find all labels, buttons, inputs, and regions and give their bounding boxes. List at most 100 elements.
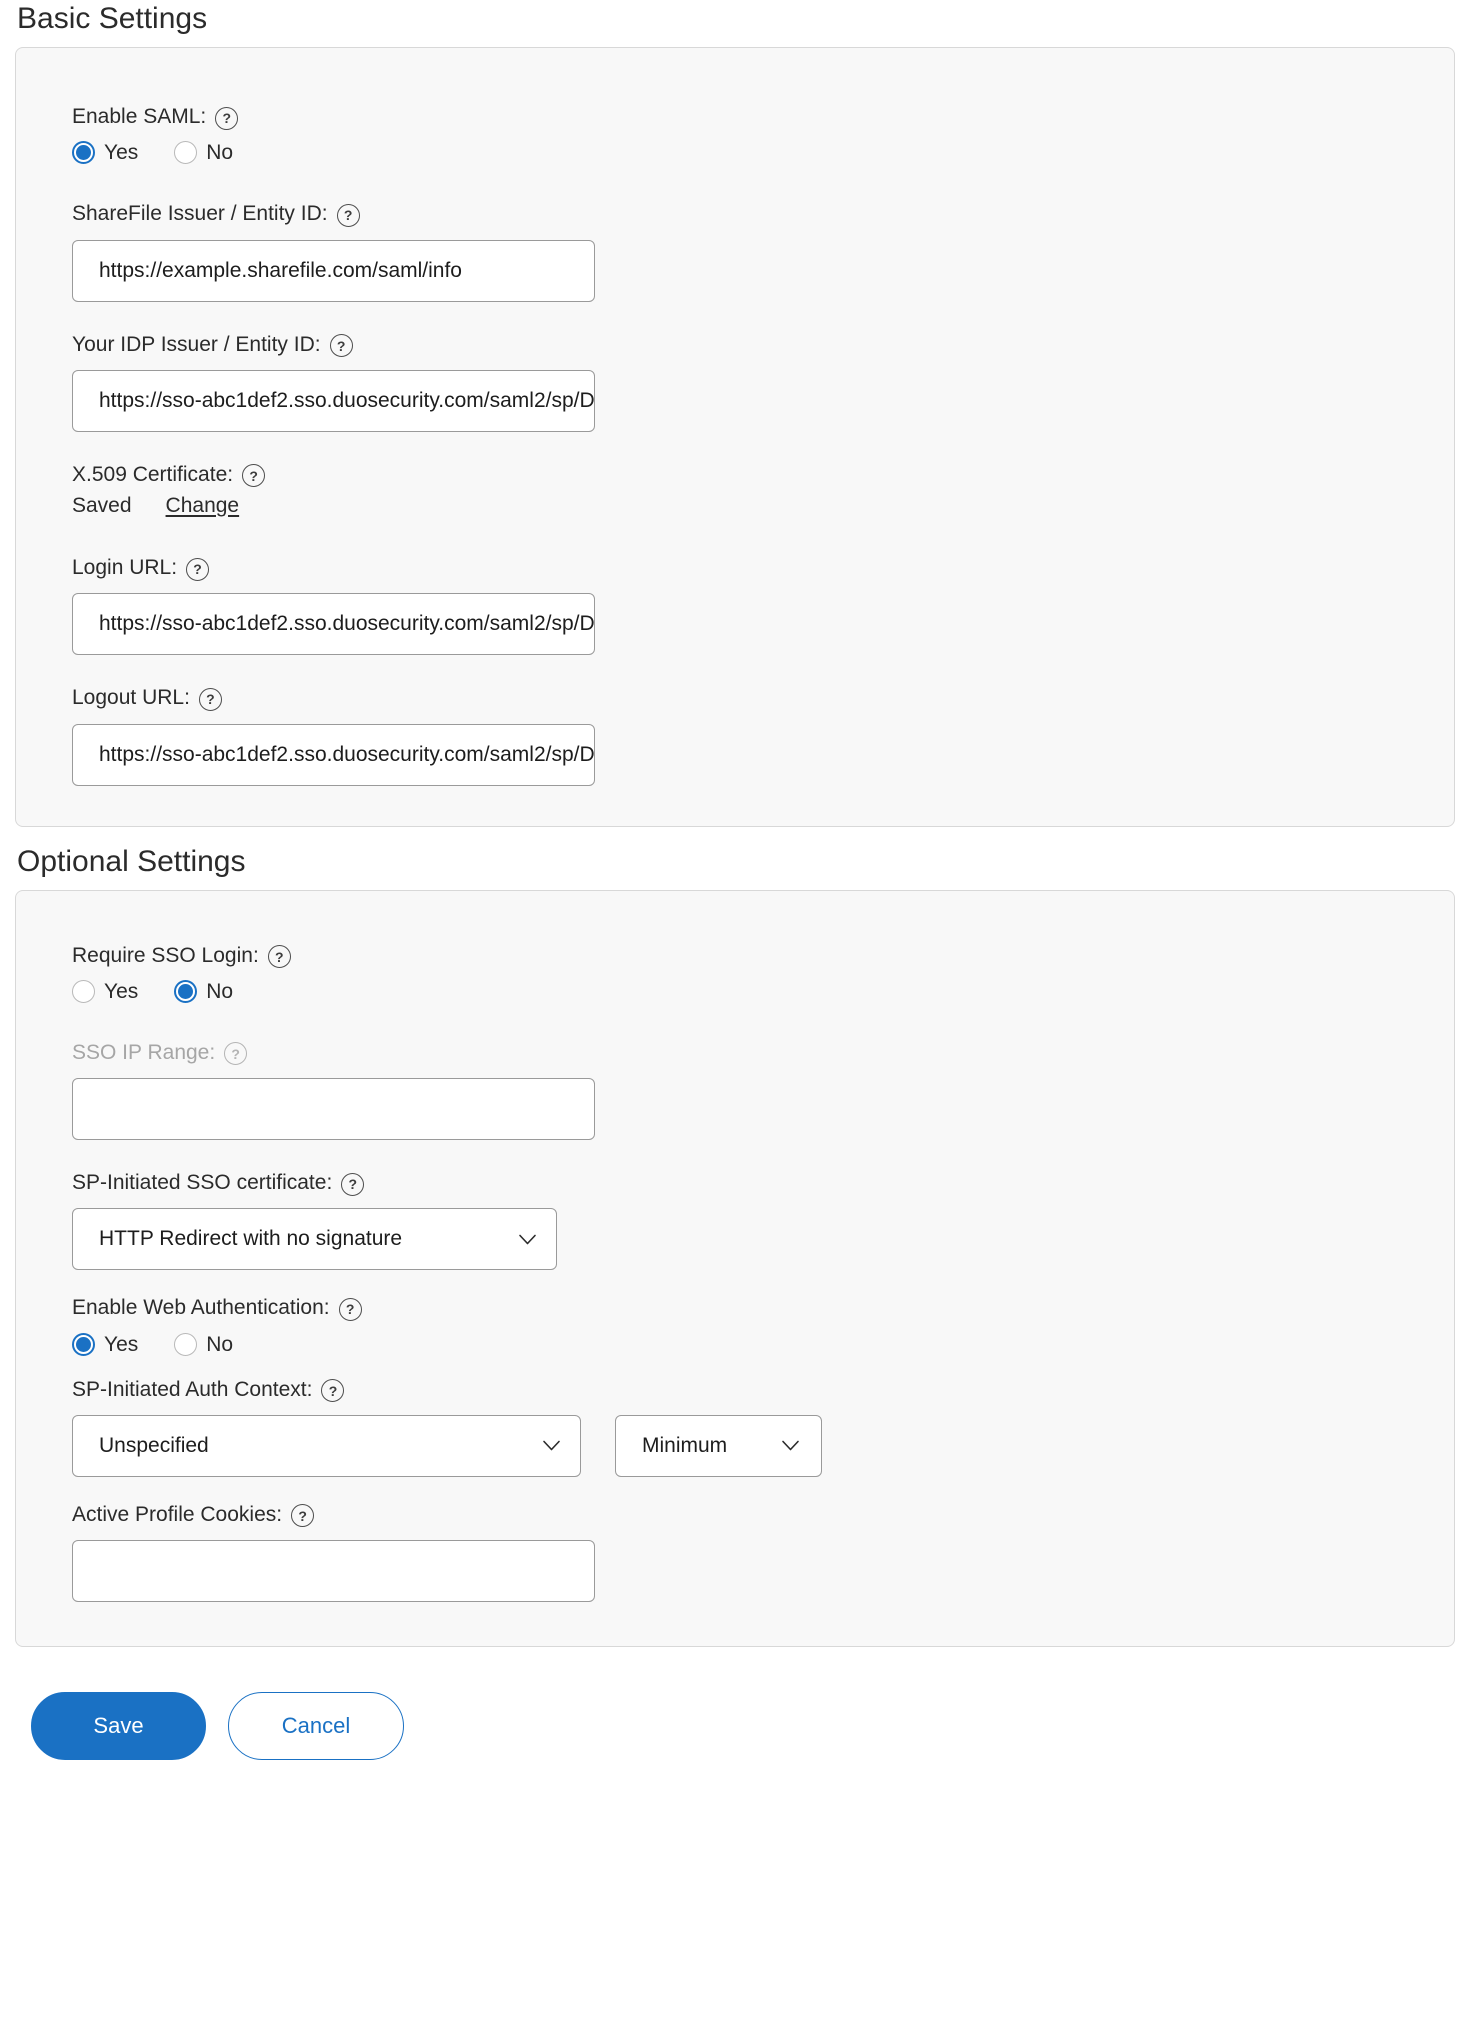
- help-icon[interactable]: ?: [321, 1379, 344, 1402]
- idp-issuer-input[interactable]: https://sso-abc1def2.sso.duosecurity.com…: [72, 370, 595, 432]
- radio-button-yes[interactable]: [72, 141, 95, 164]
- require-sso-login-yes-label: Yes: [104, 981, 138, 1002]
- help-icon[interactable]: ?: [341, 1173, 364, 1196]
- help-icon[interactable]: ?: [291, 1504, 314, 1527]
- enable-saml-field: Enable SAML: ? Yes No: [72, 104, 1454, 164]
- x509-certificate-status-row: Saved Change: [72, 494, 1454, 518]
- sp-initiated-auth-context-label-text: SP-Initiated Auth Context:: [72, 1377, 312, 1403]
- enable-web-authentication-label: Enable Web Authentication: ?: [72, 1295, 1454, 1321]
- idp-issuer-label-text: Your IDP Issuer / Entity ID:: [72, 332, 321, 358]
- logout-url-label-text: Logout URL:: [72, 685, 190, 711]
- help-icon[interactable]: ?: [224, 1042, 247, 1065]
- require-sso-login-label-text: Require SSO Login:: [72, 943, 259, 969]
- active-profile-cookies-field: Active Profile Cookies: ?: [72, 1502, 1454, 1602]
- enable-saml-label: Enable SAML: ?: [72, 104, 1454, 130]
- enable-saml-radio-group: Yes No: [72, 141, 1454, 164]
- radio-button-no[interactable]: [174, 980, 197, 1003]
- save-button[interactable]: Save: [31, 1692, 206, 1760]
- spacer: [72, 1003, 1454, 1040]
- spacer: [72, 1270, 1454, 1295]
- require-sso-login-no-option[interactable]: No: [174, 980, 233, 1003]
- enable-web-authentication-no-label: No: [206, 1334, 233, 1355]
- spacer: [72, 432, 1454, 462]
- auth-context-comparison-value: Minimum: [642, 1434, 727, 1458]
- enable-web-authentication-yes-label: Yes: [104, 1334, 138, 1355]
- sp-initiated-sso-certificate-label-text: SP-Initiated SSO certificate:: [72, 1170, 332, 1196]
- sharefile-issuer-input[interactable]: https://example.sharefile.com/saml/info: [72, 240, 595, 302]
- radio-button-yes[interactable]: [72, 1333, 95, 1356]
- basic-settings-heading: Basic Settings: [15, 0, 1455, 35]
- sp-initiated-sso-certificate-select[interactable]: HTTP Redirect with no signature: [72, 1208, 557, 1270]
- help-icon[interactable]: ?: [242, 464, 265, 487]
- idp-issuer-label: Your IDP Issuer / Entity ID: ?: [72, 332, 1454, 358]
- radio-button-no[interactable]: [174, 141, 197, 164]
- help-icon[interactable]: ?: [215, 107, 238, 130]
- logout-url-label: Logout URL: ?: [72, 685, 1454, 711]
- x509-certificate-label-text: X.509 Certificate:: [72, 462, 233, 488]
- sp-initiated-sso-certificate-field: SP-Initiated SSO certificate: ? HTTP Red…: [72, 1170, 1454, 1270]
- sso-ip-range-label-text: SSO IP Range:: [72, 1040, 215, 1066]
- active-profile-cookies-input[interactable]: [72, 1540, 595, 1602]
- logout-url-input[interactable]: https://sso-abc1def2.sso.duosecurity.com…: [72, 724, 595, 786]
- help-icon[interactable]: ?: [337, 204, 360, 227]
- optional-settings-panel: Require SSO Login: ? Yes No SSO IP Range…: [15, 890, 1455, 1648]
- enable-web-authentication-no-option[interactable]: No: [174, 1333, 233, 1356]
- basic-settings-panel: Enable SAML: ? Yes No ShareFile Issuer /…: [15, 47, 1455, 827]
- login-url-field: Login URL: ? https://sso-abc1def2.sso.du…: [72, 555, 1454, 655]
- sharefile-issuer-label-text: ShareFile Issuer / Entity ID:: [72, 201, 328, 227]
- x509-certificate-label: X.509 Certificate: ?: [72, 462, 1454, 488]
- radio-button-yes[interactable]: [72, 980, 95, 1003]
- logout-url-field: Logout URL: ? https://sso-abc1def2.sso.d…: [72, 685, 1454, 785]
- enable-saml-no-option[interactable]: No: [174, 141, 233, 164]
- sp-initiated-auth-context-select[interactable]: Unspecified: [72, 1415, 581, 1477]
- change-certificate-link[interactable]: Change: [166, 494, 240, 518]
- enable-web-authentication-yes-option[interactable]: Yes: [72, 1333, 138, 1356]
- require-sso-login-yes-option[interactable]: Yes: [72, 980, 138, 1003]
- enable-saml-yes-option[interactable]: Yes: [72, 141, 138, 164]
- help-icon[interactable]: ?: [268, 945, 291, 968]
- active-profile-cookies-label-text: Active Profile Cookies:: [72, 1502, 282, 1528]
- enable-saml-no-label: No: [206, 142, 233, 163]
- optional-settings-heading: Optional Settings: [15, 827, 1455, 878]
- help-icon[interactable]: ?: [339, 1298, 362, 1321]
- sso-ip-range-field: SSO IP Range: ?: [72, 1040, 1454, 1140]
- require-sso-login-no-label: No: [206, 981, 233, 1002]
- help-icon[interactable]: ?: [186, 558, 209, 581]
- require-sso-login-field: Require SSO Login: ? Yes No: [72, 943, 1454, 1003]
- saml-settings-page: Basic Settings Enable SAML: ? Yes No: [0, 0, 1470, 2022]
- auth-context-comparison-select[interactable]: Minimum: [615, 1415, 822, 1477]
- form-actions: Save Cancel: [15, 1647, 1455, 1760]
- x509-certificate-status: Saved: [72, 494, 132, 518]
- sp-initiated-auth-context-label: SP-Initiated Auth Context: ?: [72, 1377, 1454, 1403]
- help-icon[interactable]: ?: [330, 334, 353, 357]
- spacer: [72, 1356, 1454, 1377]
- enable-saml-yes-label: Yes: [104, 142, 138, 163]
- sp-initiated-sso-certificate-value: HTTP Redirect with no signature: [99, 1227, 402, 1251]
- help-icon[interactable]: ?: [199, 688, 222, 711]
- spacer: [72, 1477, 1454, 1502]
- enable-web-authentication-field: Enable Web Authentication: ? Yes No: [72, 1295, 1454, 1355]
- chevron-down-icon: [780, 1435, 801, 1456]
- active-profile-cookies-label: Active Profile Cookies: ?: [72, 1502, 1454, 1528]
- login-url-input[interactable]: https://sso-abc1def2.sso.duosecurity.com…: [72, 593, 595, 655]
- x509-certificate-field: X.509 Certificate: ? Saved Change: [72, 462, 1454, 518]
- login-url-label: Login URL: ?: [72, 555, 1454, 581]
- spacer: [72, 302, 1454, 332]
- enable-saml-label-text: Enable SAML:: [72, 104, 206, 130]
- spacer: [72, 164, 1454, 201]
- login-url-label-text: Login URL:: [72, 555, 177, 581]
- spacer: [72, 1140, 1454, 1170]
- cancel-button[interactable]: Cancel: [228, 1692, 404, 1760]
- sp-initiated-auth-context-value: Unspecified: [99, 1434, 209, 1458]
- chevron-down-icon: [541, 1435, 562, 1456]
- idp-issuer-field: Your IDP Issuer / Entity ID: ? https://s…: [72, 332, 1454, 432]
- sp-initiated-auth-context-row: Unspecified Minimum: [72, 1403, 1454, 1477]
- require-sso-login-label: Require SSO Login: ?: [72, 943, 1454, 969]
- require-sso-login-radio-group: Yes No: [72, 980, 1454, 1003]
- enable-web-authentication-radio-group: Yes No: [72, 1333, 1454, 1356]
- sso-ip-range-input[interactable]: [72, 1078, 595, 1140]
- sp-initiated-sso-certificate-label: SP-Initiated SSO certificate: ?: [72, 1170, 1454, 1196]
- spacer: [72, 518, 1454, 555]
- enable-web-authentication-label-text: Enable Web Authentication:: [72, 1295, 330, 1321]
- radio-button-no[interactable]: [174, 1333, 197, 1356]
